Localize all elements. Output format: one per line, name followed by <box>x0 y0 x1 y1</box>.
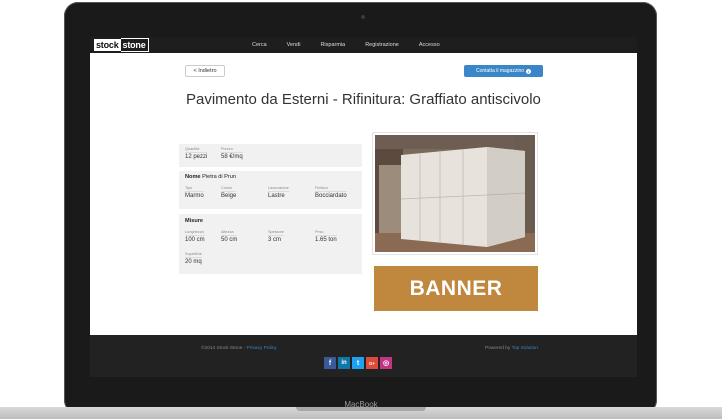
field-label: Spessore <box>268 230 285 236</box>
logo-part-stock: stock <box>94 39 121 51</box>
nav-link-registrazione[interactable]: Registrazione <box>365 42 399 48</box>
field-label: Prezzo <box>221 147 243 153</box>
field-label: Colore <box>221 186 237 192</box>
field-label: Superficie <box>185 252 202 258</box>
banner-text: BANNER <box>409 276 503 300</box>
field-value: 58 €/mq <box>221 154 243 160</box>
field-finitura: Finitura Bocciardato <box>315 186 347 199</box>
field-superficie: Superficie 20 mq <box>185 252 202 265</box>
stone-slabs-image <box>375 135 535 252</box>
field-value: Lastre <box>268 193 285 199</box>
privacy-policy-link[interactable]: Privacy Policy <box>247 346 277 351</box>
field-value: 100 cm <box>185 237 205 243</box>
field-label: Quantità <box>185 147 208 153</box>
measures-title: Misure <box>185 218 204 224</box>
page-title: Pavimento da Esterni - Rifinitura: Graff… <box>186 91 541 108</box>
field-lunghezza: Lunghezza 100 cm <box>185 230 205 243</box>
facebook-icon[interactable]: f <box>324 357 336 369</box>
field-value: Bocciardato <box>315 193 347 199</box>
product-photo[interactable] <box>372 132 538 255</box>
field-colore: Colore Beige <box>221 186 237 199</box>
back-button[interactable]: < Indietro <box>185 65 225 77</box>
field-value: 12 pezzi <box>185 154 208 160</box>
field-label: Lavorazione <box>268 186 289 192</box>
field-quantita: Quantità 12 pezzi <box>185 147 208 160</box>
device-label: MacBook <box>344 400 378 409</box>
field-label: Lunghezza <box>185 230 205 236</box>
field-lavorazione: Lavorazione Lastre <box>268 186 289 199</box>
google-plus-icon[interactable]: G+ <box>366 357 378 369</box>
contact-label: Contatta il magazzino <box>475 68 525 74</box>
banner[interactable]: BANNER <box>374 266 538 311</box>
field-value: 3 cm <box>268 237 282 243</box>
browser-screen: stock stone Cerca Vendi Risparmia Registr… <box>90 37 637 377</box>
material-name: Nome Pietra di Prun <box>185 174 236 180</box>
field-label: Tipo <box>185 186 204 192</box>
logo-part-stone: stone <box>120 38 149 52</box>
nav-link-accesso[interactable]: Accesso <box>419 42 440 48</box>
camera-dot <box>361 15 365 19</box>
twitter-icon[interactable]: t <box>352 357 364 369</box>
material-panel: Nome Pietra di Prun Tipo Marmo Colore Be… <box>179 171 362 209</box>
name-value: Pietra di Prun <box>202 174 236 180</box>
contact-warehouse-button[interactable]: Contatta il magazzino i <box>464 65 543 77</box>
instagram-icon[interactable]: ◎ <box>380 357 392 369</box>
field-value: 50 cm <box>221 237 238 243</box>
name-label: Nome <box>185 174 201 180</box>
quantity-price-panel: Quantità 12 pezzi Prezzo 58 €/mq <box>179 144 362 167</box>
field-value: 20 mq <box>185 259 202 265</box>
field-label: Altezza <box>221 230 238 236</box>
field-prezzo: Prezzo 58 €/mq <box>221 147 243 160</box>
footer: ©2014 Stock Stone - Privacy Policy Power… <box>90 335 637 377</box>
field-altezza: Altezza 50 cm <box>221 230 238 243</box>
copyright: ©2014 Stock Stone - Privacy Policy <box>201 346 277 351</box>
social-links: f in t G+ ◎ <box>324 357 392 369</box>
nav-link-risparmia[interactable]: Risparmia <box>320 42 345 48</box>
nav-links: Cerca Vendi Risparmia Registrazione Acce… <box>252 37 460 53</box>
field-label: Peso <box>315 230 337 236</box>
nav-link-vendi[interactable]: Vendi <box>287 42 301 48</box>
field-value: Beige <box>221 193 237 199</box>
back-label: < Indietro <box>193 68 217 74</box>
nav-link-cerca[interactable]: Cerca <box>252 42 267 48</box>
navbar: stock stone Cerca Vendi Risparmia Registr… <box>90 37 637 53</box>
field-label: Finitura <box>315 186 347 192</box>
powered-by: Powered by Top Solution <box>485 346 538 351</box>
measures-panel: Misure Lunghezza 100 cm Altezza 50 cm Sp… <box>179 214 362 274</box>
field-value: Marmo <box>185 193 204 199</box>
field-peso: Peso 1.65 ton <box>315 230 337 243</box>
logo[interactable]: stock stone <box>94 38 149 52</box>
powered-text: Powered by <box>485 346 512 351</box>
field-tipo: Tipo Marmo <box>185 186 204 199</box>
copyright-text: ©2014 Stock Stone - <box>201 346 247 351</box>
linkedin-icon[interactable]: in <box>338 357 350 369</box>
top-solution-link[interactable]: Top Solution <box>512 346 538 351</box>
info-icon: i <box>526 68 532 74</box>
field-spessore: Spessore 3 cm <box>268 230 285 243</box>
field-value: 1.65 ton <box>315 237 337 243</box>
